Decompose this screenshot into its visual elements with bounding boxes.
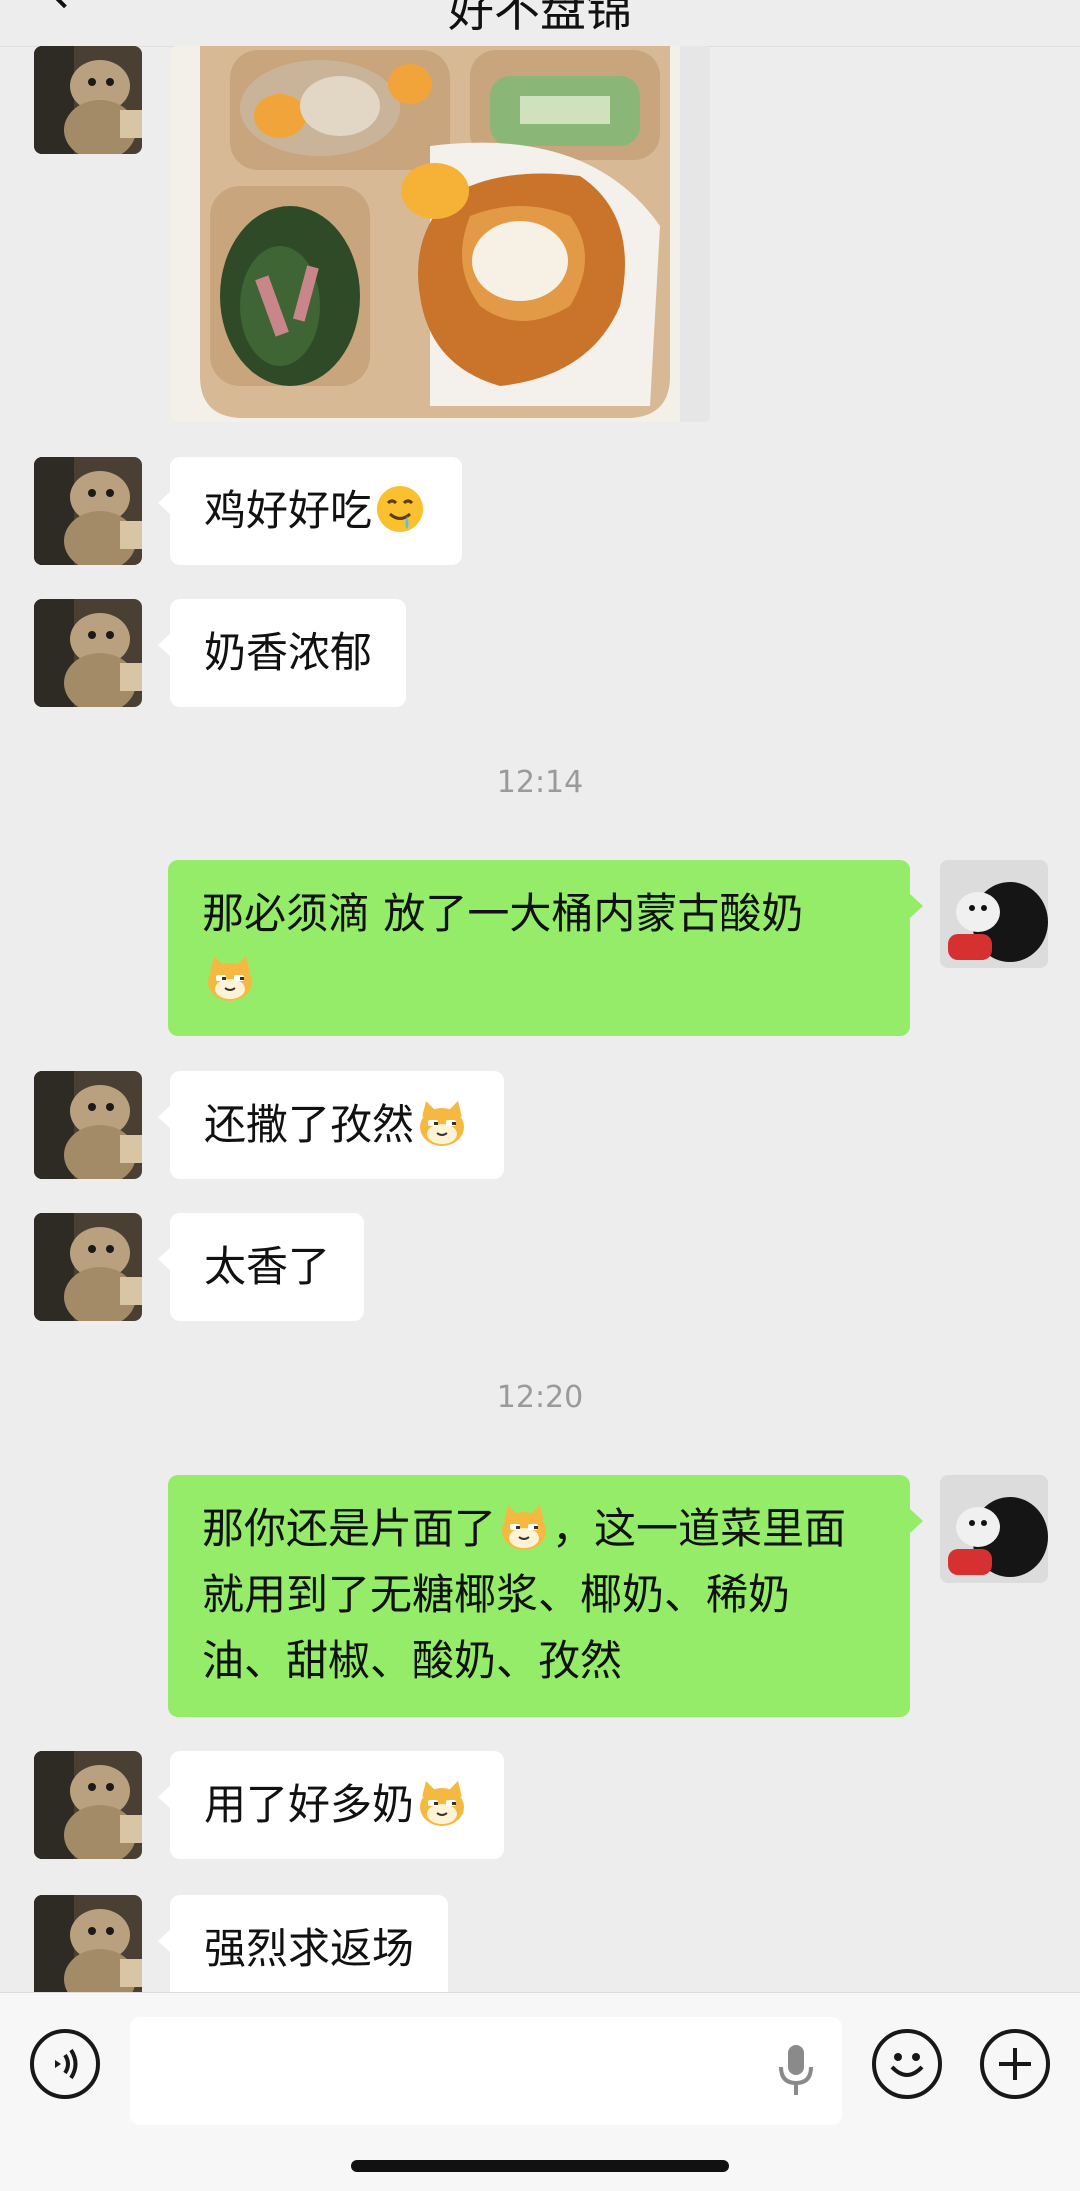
microphone-icon[interactable] — [776, 2043, 816, 2099]
incoming-message[interactable]: 太香了 — [157, 1213, 365, 1321]
contact-avatar[interactable] — [34, 1071, 142, 1179]
contact-avatar[interactable] — [34, 599, 142, 707]
drooling-face-emoji — [374, 483, 426, 535]
message-text: 太香了 — [204, 1242, 331, 1291]
timestamp: 12:14 — [496, 765, 584, 800]
outgoing-message[interactable]: 那必须滴 放了一大桶内蒙古酸奶 — [168, 860, 923, 1036]
food-photo[interactable] — [170, 46, 710, 422]
outgoing-message[interactable]: 那你还是片面了 ，这一道菜里面 就用到了无糖椰浆、椰奶、稀奶 油、甜椒、酸奶、孜然 — [168, 1475, 923, 1717]
message-text: ，这一道菜里面 — [552, 1504, 847, 1553]
incoming-message[interactable]: 用了好多奶 — [157, 1751, 505, 1859]
message-text: 那你还是片面了 — [202, 1504, 497, 1553]
message-text: 那必须滴 放了一大桶内蒙古酸奶 — [202, 889, 804, 938]
plus-icon[interactable] — [980, 2029, 1050, 2099]
message-text: 还撒了孜然 — [204, 1100, 415, 1149]
incoming-message[interactable]: 鸡好好吃 — [157, 457, 463, 565]
incoming-message[interactable]: 强烈求返场 — [157, 1895, 449, 1992]
cat-face-emoji — [416, 1097, 468, 1149]
title-bar: 好不盘锦 — [0, 0, 1080, 47]
timestamp: 12:20 — [496, 1380, 584, 1415]
message-input[interactable] — [130, 2017, 842, 2125]
chat-title: 好不盘锦 — [448, 0, 632, 37]
home-indicator[interactable] — [351, 2160, 729, 2172]
contact-avatar[interactable] — [34, 457, 142, 565]
message-text: 就用到了无糖椰浆、椰奶、稀奶 — [202, 1570, 791, 1619]
message-text: 用了好多奶 — [204, 1780, 415, 1829]
incoming-message[interactable]: 还撒了孜然 — [157, 1071, 505, 1179]
incoming-message[interactable]: 奶香浓郁 — [157, 599, 407, 707]
message-text: 鸡好好吃 — [204, 486, 373, 535]
emoji-icon[interactable] — [872, 2029, 942, 2099]
contact-avatar[interactable] — [34, 46, 142, 154]
cat-face-emoji — [204, 952, 256, 1004]
contact-avatar[interactable] — [34, 1751, 142, 1859]
message-list[interactable]: 鸡好好吃 奶香浓郁 12:14 那必须滴 放了一大桶内蒙古酸奶 还撒了孜然 太香… — [0, 46, 1080, 1992]
my-avatar[interactable] — [940, 860, 1048, 968]
message-text: 强烈求返场 — [204, 1924, 415, 1973]
my-avatar[interactable] — [940, 1475, 1048, 1583]
cat-face-emoji — [416, 1777, 468, 1829]
message-text: 奶香浓郁 — [204, 628, 373, 677]
message-text: 油、甜椒、酸奶、孜然 — [202, 1636, 623, 1685]
contact-avatar[interactable] — [34, 1213, 142, 1321]
contact-avatar[interactable] — [34, 1895, 142, 1992]
voice-icon[interactable] — [30, 2029, 100, 2099]
cat-face-emoji — [498, 1501, 550, 1553]
